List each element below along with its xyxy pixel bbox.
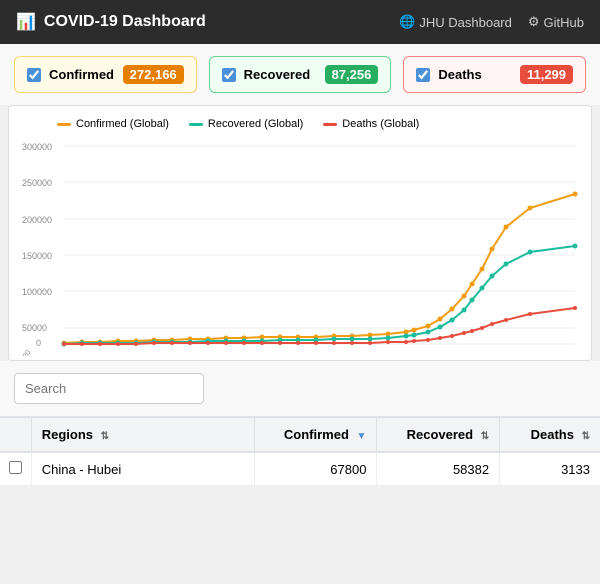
jhu-label: JHU Dashboard xyxy=(419,15,512,30)
legend-recovered-label: Recovered (Global) xyxy=(208,118,303,130)
svg-text:250000: 250000 xyxy=(22,178,52,188)
recovered-dots xyxy=(62,244,578,347)
svg-text:100000: 100000 xyxy=(22,287,52,297)
confirmed-line xyxy=(64,194,575,343)
confirmed-checkbox[interactable] xyxy=(27,68,41,82)
deaths-line xyxy=(64,308,575,344)
jhu-dashboard-link[interactable]: 🌐 JHU Dashboard xyxy=(399,14,512,30)
column-deaths[interactable]: Deaths ⇅ xyxy=(500,418,600,452)
data-table: Regions ⇅ Confirmed ▼ Recovered ⇅ Deaths… xyxy=(0,418,600,486)
confirmed-card: Confirmed 272,166 xyxy=(14,56,197,93)
confirmed-value: 272,166 xyxy=(123,65,184,84)
legend-recovered: Recovered (Global) xyxy=(189,118,303,130)
search-input[interactable] xyxy=(14,373,204,404)
legend-deaths: Deaths (Global) xyxy=(323,118,419,130)
deaths-sort-icon: ⇅ xyxy=(582,431,590,442)
svg-text:0: 0 xyxy=(36,338,41,348)
deaths-label: Deaths xyxy=(438,67,481,82)
recovered-line xyxy=(64,246,575,344)
row-checkbox[interactable] xyxy=(9,461,22,474)
recovered-checkbox[interactable] xyxy=(222,68,236,82)
column-regions[interactable]: Regions ⇅ xyxy=(31,418,254,452)
confirmed-label: Confirmed xyxy=(49,67,114,82)
recovered-cell: 58382 xyxy=(377,452,500,486)
app-title: COVID-19 Dashboard xyxy=(44,13,206,31)
app-title-group: 📊 COVID-19 Dashboard xyxy=(16,12,206,32)
svg-text:150000: 150000 xyxy=(22,251,52,261)
row-checkbox-cell[interactable] xyxy=(0,452,31,486)
table-row: China - Hubei 67800 58382 3133 xyxy=(0,452,600,486)
recovered-card: Recovered 87,256 xyxy=(209,56,392,93)
legend-deaths-label: Deaths (Global) xyxy=(342,118,419,130)
chart-container: Confirmed (Global) Recovered (Global) De… xyxy=(8,105,592,361)
chart-area: 300000 250000 200000 150000 100000 50000… xyxy=(17,136,583,356)
chart-legend: Confirmed (Global) Recovered (Global) De… xyxy=(57,118,583,130)
checkbox-header xyxy=(0,418,31,452)
line-chart: 300000 250000 200000 150000 100000 50000… xyxy=(17,136,583,356)
recovered-sort-icon: ⇅ xyxy=(481,431,489,442)
deaths-checkbox[interactable] xyxy=(416,68,430,82)
chart-icon: 📊 xyxy=(16,12,36,32)
deaths-value: 11,299 xyxy=(520,65,573,84)
github-link[interactable]: ⚙ GitHub xyxy=(528,14,584,30)
deaths-card: Deaths 11,299 xyxy=(403,56,586,93)
legend-confirmed: Confirmed (Global) xyxy=(57,118,169,130)
column-recovered[interactable]: Recovered ⇅ xyxy=(377,418,500,452)
deaths-cell: 3133 xyxy=(500,452,600,486)
legend-confirmed-dot xyxy=(57,123,71,126)
svg-text:200000: 200000 xyxy=(22,215,52,225)
globe-icon: 🌐 xyxy=(399,14,415,30)
svg-text:Feb 01, 2020: Feb 01, 2020 xyxy=(17,348,33,356)
recovered-value: 87,256 xyxy=(325,65,379,84)
data-table-container: Regions ⇅ Confirmed ▼ Recovered ⇅ Deaths… xyxy=(0,416,600,486)
regions-sort-icon: ⇅ xyxy=(101,431,109,442)
column-confirmed[interactable]: Confirmed ▼ xyxy=(254,418,377,452)
recovered-label: Recovered xyxy=(244,67,310,82)
stats-row: Confirmed 272,166 Recovered 87,256 Death… xyxy=(0,44,600,105)
github-label: GitHub xyxy=(544,15,584,30)
table-body: China - Hubei 67800 58382 3133 xyxy=(0,452,600,486)
legend-confirmed-label: Confirmed (Global) xyxy=(76,118,169,130)
svg-text:300000: 300000 xyxy=(22,142,52,152)
confirmed-cell: 67800 xyxy=(254,452,377,486)
github-icon: ⚙ xyxy=(528,14,540,30)
legend-recovered-dot xyxy=(189,123,203,126)
svg-text:Jan 30, 2020: Jan 30, 2020 xyxy=(17,339,18,356)
search-area xyxy=(0,361,600,416)
confirmed-sort-icon: ▼ xyxy=(357,431,367,442)
region-cell: China - Hubei xyxy=(31,452,254,486)
legend-deaths-dot xyxy=(323,123,337,126)
svg-text:50000: 50000 xyxy=(22,323,47,333)
table-header-row: Regions ⇅ Confirmed ▼ Recovered ⇅ Deaths… xyxy=(0,418,600,452)
header-nav: 🌐 JHU Dashboard ⚙ GitHub xyxy=(399,14,584,30)
app-header: 📊 COVID-19 Dashboard 🌐 JHU Dashboard ⚙ G… xyxy=(0,0,600,44)
